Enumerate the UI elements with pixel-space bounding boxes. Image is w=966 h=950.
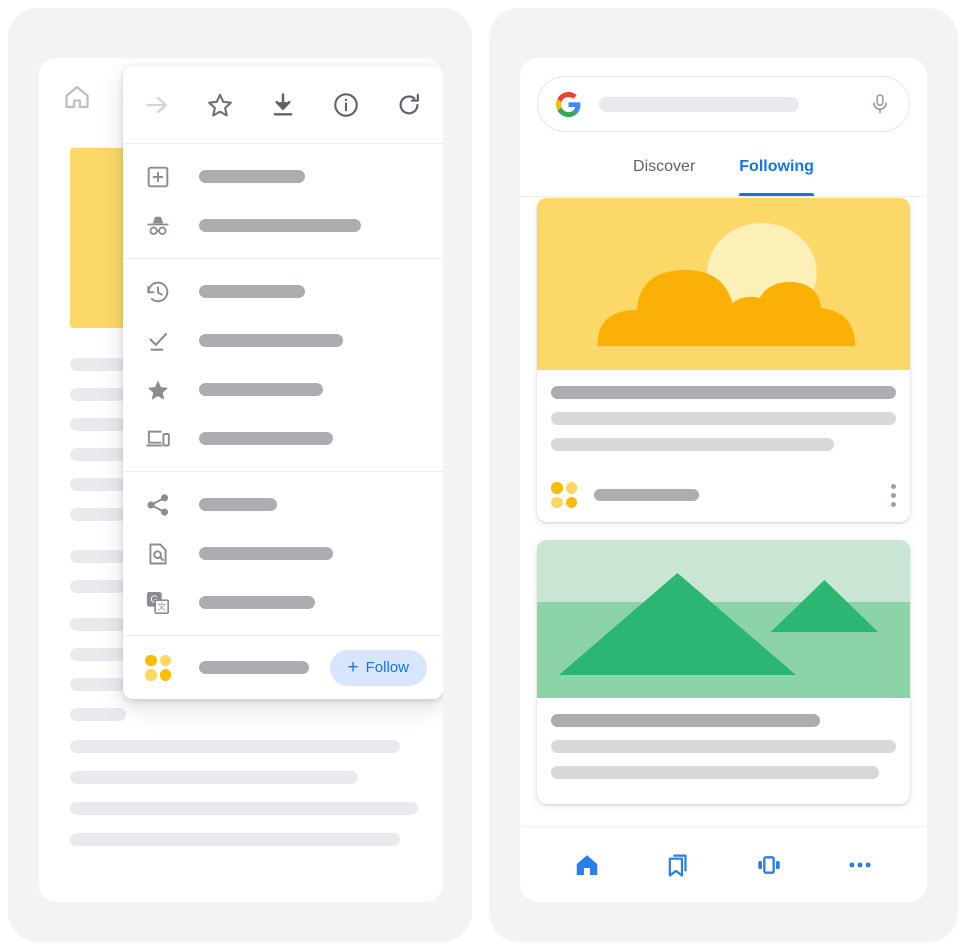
text-placeholder-line [70, 580, 126, 593]
menu-group-3: G文 [123, 471, 443, 635]
text-placeholder-line [70, 708, 126, 721]
paragraph-placeholder-line [70, 802, 418, 815]
translate-icon: G文 [145, 590, 171, 616]
card-text-placeholders [537, 698, 910, 804]
more-overflow-icon[interactable] [846, 851, 874, 879]
device-frame-right: Discover Following [489, 8, 958, 942]
find-in-page-icon [145, 541, 171, 567]
forward-arrow-icon[interactable] [143, 91, 171, 119]
text-placeholder-line [70, 678, 126, 691]
text-placeholder-line [70, 448, 126, 461]
menu-item-label-placeholder [199, 383, 323, 396]
tab-discover[interactable]: Discover [633, 150, 695, 196]
plus-icon: + [347, 657, 359, 678]
mountains-illustration [537, 540, 910, 698]
menu-item-label-placeholder [199, 596, 315, 609]
feed-card-mountains[interactable] [537, 540, 910, 804]
send-to-devices-icon [145, 426, 171, 452]
weather-illustration [537, 198, 910, 370]
reload-icon[interactable] [395, 91, 423, 119]
menu-item-label-placeholder [199, 432, 333, 445]
card-footer [537, 476, 910, 522]
incognito-icon [145, 213, 171, 239]
card-source-placeholder [594, 489, 699, 501]
bottom-navigation-bar [520, 828, 927, 902]
text-placeholder-line [70, 550, 126, 563]
follow-button-label: Follow [365, 659, 409, 676]
home-filled-icon[interactable] [573, 851, 601, 879]
menu-item-groups: G文 [123, 144, 443, 635]
menu-item-bookmarks-star[interactable] [123, 365, 443, 414]
paragraph-placeholder-line [70, 833, 400, 846]
menu-item-send-to-devices[interactable] [123, 414, 443, 463]
share-icon [145, 492, 171, 518]
bookmarks-icon[interactable] [664, 851, 692, 879]
menu-quick-actions-toolbar [123, 66, 443, 144]
follow-button[interactable]: + Follow [329, 649, 427, 686]
text-placeholder-line [70, 618, 126, 631]
menu-item-share[interactable] [123, 480, 443, 529]
menu-item-label-placeholder [199, 547, 333, 560]
text-placeholder-line [70, 478, 126, 491]
text-placeholder-line [70, 358, 126, 371]
menu-item-history[interactable] [123, 267, 443, 316]
star-outline-icon[interactable] [206, 91, 234, 119]
menu-item-label-placeholder [199, 285, 305, 298]
text-placeholder-line [70, 508, 126, 521]
menu-item-find-in-page[interactable] [123, 529, 443, 578]
phone-screen-left: G文 + Follow [39, 58, 443, 902]
menu-item-incognito[interactable] [123, 201, 443, 250]
menu-item-label-placeholder [199, 170, 305, 183]
downloads-icon [145, 328, 171, 354]
google-g-logo [556, 91, 581, 117]
new-tab-icon [145, 164, 171, 190]
search-bar[interactable] [537, 76, 910, 132]
search-input[interactable] [599, 96, 799, 112]
feed-tabs: Discover Following [520, 150, 927, 197]
menu-item-new-tab[interactable] [123, 152, 443, 201]
paragraph-placeholder-line [70, 740, 400, 753]
mockup-stage: G文 + Follow Discover Following [0, 0, 966, 950]
menu-group-2 [123, 258, 443, 471]
home-icon[interactable] [63, 83, 91, 111]
card-text-placeholders [537, 370, 910, 476]
text-placeholder-line [70, 648, 126, 661]
four-dot-favicon [145, 654, 171, 681]
menu-item-label-placeholder [199, 219, 361, 232]
kebab-menu-icon[interactable] [891, 483, 896, 507]
info-icon[interactable] [332, 91, 360, 119]
paragraph-placeholder-line [70, 771, 358, 784]
browser-overflow-menu: G文 + Follow [123, 66, 443, 699]
microphone-icon[interactable] [869, 93, 891, 115]
history-icon [145, 279, 171, 305]
menu-item-downloads[interactable] [123, 316, 443, 365]
menu-item-label-placeholder [199, 498, 277, 511]
menu-item-label-placeholder [199, 334, 343, 347]
menu-group-1 [123, 144, 443, 258]
tab-switcher-icon[interactable] [755, 851, 783, 879]
svg-text:文: 文 [157, 600, 166, 611]
four-dot-favicon [551, 482, 577, 508]
tab-following[interactable]: Following [739, 150, 814, 196]
device-frame-left: G文 + Follow [8, 8, 472, 942]
phone-screen-right: Discover Following [520, 58, 927, 902]
feed-card-weather[interactable] [537, 198, 910, 522]
discover-feed[interactable] [520, 198, 927, 902]
bookmarks-star-icon [145, 377, 171, 403]
text-placeholder-line [70, 418, 126, 431]
text-placeholder-line [70, 388, 126, 401]
search-bar-container [520, 58, 927, 132]
menu-item-translate[interactable]: G文 [123, 578, 443, 627]
download-icon[interactable] [269, 91, 297, 119]
menu-follow-label-placeholder [199, 661, 309, 674]
menu-follow-row[interactable]: + Follow [123, 635, 443, 699]
